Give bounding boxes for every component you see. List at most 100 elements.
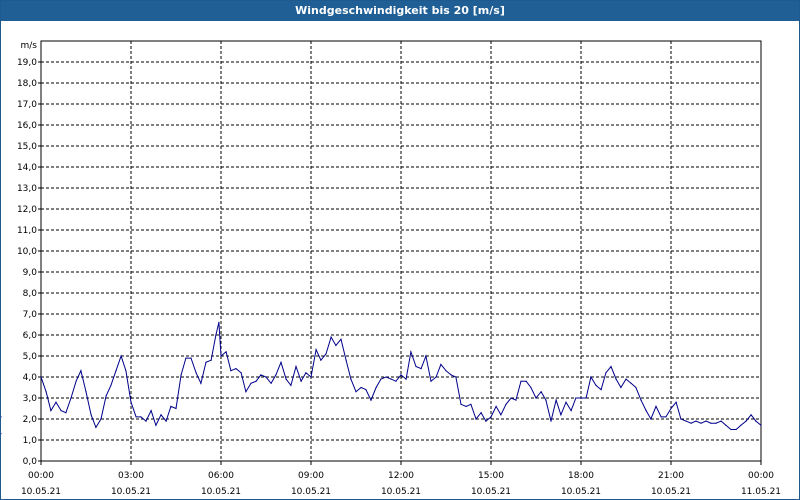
data-point	[275, 374, 277, 376]
data-point	[630, 382, 632, 384]
data-point	[60, 410, 62, 412]
data-point	[330, 336, 332, 338]
x-tick-label-time: 15:00	[478, 471, 504, 481]
y-tick-label: 3,0	[23, 394, 38, 404]
data-point	[180, 374, 182, 376]
data-point	[505, 403, 507, 405]
data-point	[685, 420, 687, 422]
data-point	[585, 397, 587, 399]
data-point	[140, 416, 142, 418]
y-tick-label: 16,0	[17, 121, 37, 131]
data-point	[290, 384, 292, 386]
data-point	[740, 424, 742, 426]
data-point	[225, 351, 227, 353]
data-point	[460, 403, 462, 405]
data-point	[360, 386, 362, 389]
data-point	[400, 374, 402, 376]
data-point	[510, 397, 512, 399]
x-tick-label-date: 11.05.21	[741, 487, 781, 497]
x-tick-label-date: 10.05.21	[291, 487, 331, 497]
data-point	[750, 414, 752, 416]
data-point	[218, 321, 220, 323]
data-point	[430, 380, 432, 382]
data-point	[715, 422, 717, 424]
data-point	[445, 370, 447, 372]
data-point	[735, 428, 737, 431]
y-tick-label: 17,0	[17, 100, 37, 110]
data-point	[315, 349, 317, 351]
data-point	[125, 370, 127, 372]
data-point	[760, 424, 762, 426]
data-point	[150, 410, 152, 412]
data-point	[435, 376, 437, 378]
data-point	[490, 416, 492, 418]
data-point	[320, 359, 322, 361]
data-point	[615, 378, 617, 380]
data-point	[580, 397, 582, 399]
data-point	[595, 384, 597, 386]
data-point	[65, 412, 67, 414]
data-point	[495, 405, 497, 407]
data-point	[345, 359, 347, 361]
x-tick-label-time: 06:00	[208, 471, 234, 481]
data-point	[350, 378, 352, 380]
y-tick-label: 6,0	[23, 331, 38, 341]
data-point	[1, 433, 2, 435]
data-point	[450, 374, 452, 376]
data-point	[165, 420, 167, 422]
data-point	[300, 380, 302, 382]
data-point	[250, 382, 252, 384]
data-point	[380, 378, 382, 380]
x-tick-label-date: 10.05.21	[471, 487, 511, 497]
data-point	[40, 376, 42, 378]
data-point	[470, 403, 472, 405]
y-tick-label: 7,0	[23, 310, 38, 320]
data-point	[620, 386, 622, 389]
data-point	[1, 416, 2, 418]
y-tick-label: 9,0	[23, 268, 38, 278]
data-point	[235, 368, 237, 370]
data-point	[245, 391, 247, 393]
y-tick-label: 12,0	[17, 205, 37, 215]
y-tick-label: 15,0	[17, 142, 37, 152]
data-point	[395, 380, 397, 382]
data-point	[720, 420, 722, 422]
data-point	[415, 365, 417, 368]
data-point	[115, 370, 117, 372]
data-point	[45, 391, 47, 393]
data-point	[220, 355, 222, 357]
data-point	[420, 368, 422, 370]
x-tick-label-time: 03:00	[118, 471, 144, 481]
y-tick-label: 14,0	[17, 163, 37, 173]
data-point	[375, 386, 377, 389]
data-point	[645, 410, 647, 412]
data-point	[520, 380, 522, 382]
data-point	[80, 370, 82, 372]
data-point	[465, 405, 467, 407]
y-tick-label: 11,0	[17, 226, 37, 236]
data-point	[410, 351, 412, 353]
data-point	[690, 422, 692, 424]
data-point	[500, 414, 502, 416]
data-point	[550, 420, 552, 422]
data-point	[240, 372, 242, 374]
data-point	[665, 416, 667, 418]
data-point	[530, 386, 532, 389]
y-tick-label: 0,0	[23, 457, 38, 467]
data-point	[255, 380, 257, 382]
data-point	[335, 344, 337, 347]
data-point	[155, 424, 157, 426]
data-point	[200, 382, 202, 384]
data-point	[215, 334, 217, 336]
data-point	[575, 397, 577, 399]
data-point	[545, 399, 547, 401]
y-tick-label: 2,0	[23, 415, 38, 425]
grid	[41, 41, 761, 461]
data-point	[650, 418, 652, 420]
axes	[38, 40, 762, 465]
data-point	[280, 361, 282, 363]
data-point	[565, 401, 567, 403]
data-point	[405, 378, 407, 380]
data-point	[270, 382, 272, 384]
data-point	[535, 397, 537, 399]
